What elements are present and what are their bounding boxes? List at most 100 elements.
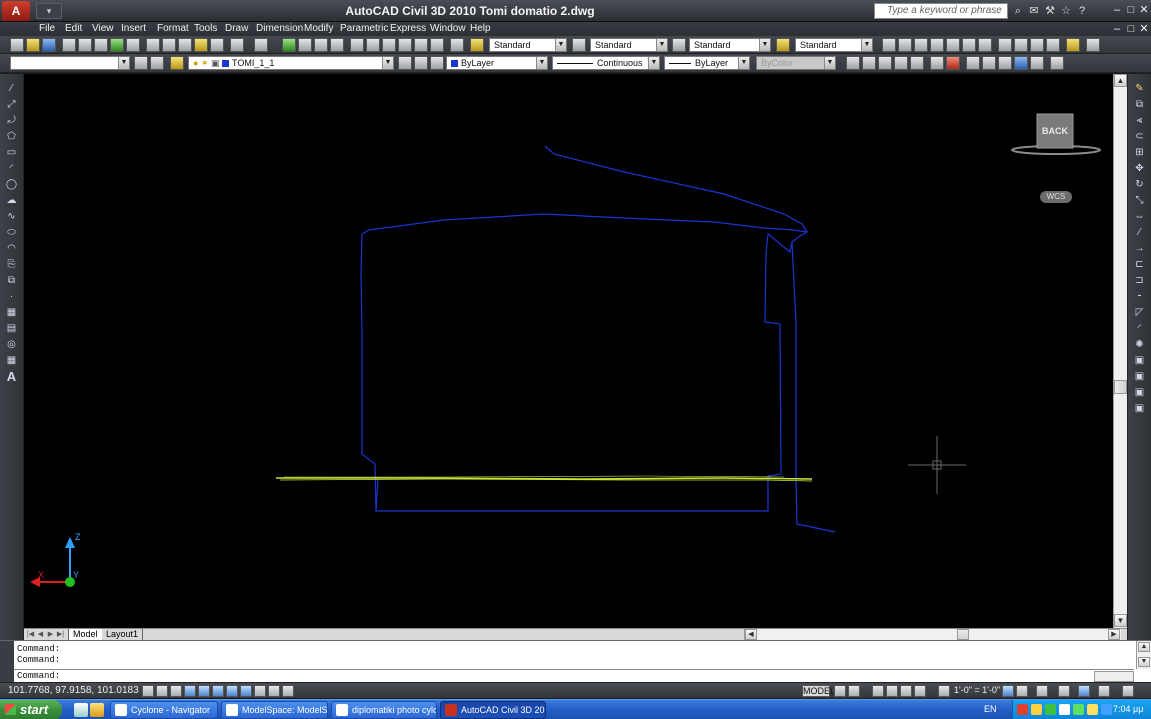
save-icon[interactable] xyxy=(42,38,56,52)
scroll-down-icon[interactable]: ▼ xyxy=(1114,614,1127,627)
volume-icon[interactable] xyxy=(1059,704,1070,715)
view-back-icon[interactable] xyxy=(962,38,976,52)
view-top-icon[interactable] xyxy=(882,38,896,52)
menu-parametric[interactable]: Parametric xyxy=(340,23,388,34)
visual-styles-manager-icon[interactable] xyxy=(1050,56,1064,70)
menu-express[interactable]: Express xyxy=(390,23,426,34)
menu-view[interactable]: View xyxy=(92,23,114,34)
command-hscroll[interactable] xyxy=(1094,671,1134,682)
realistic-icon[interactable] xyxy=(998,56,1012,70)
last-tab-icon[interactable]: ▶| xyxy=(56,630,65,640)
menu-draw[interactable]: Draw xyxy=(225,23,248,34)
open-icon[interactable] xyxy=(26,38,40,52)
lock-ui-icon[interactable] xyxy=(1058,685,1070,697)
conceptual-icon[interactable] xyxy=(1014,56,1028,70)
shaded-icon[interactable] xyxy=(1030,56,1044,70)
polygon-icon[interactable]: ⬠ xyxy=(5,130,18,143)
view-ne-iso-icon[interactable] xyxy=(1014,38,1028,52)
view-left-icon[interactable] xyxy=(914,38,928,52)
sheet-set-icon[interactable] xyxy=(398,38,412,52)
zoom-status-icon[interactable] xyxy=(886,685,898,697)
subscription-center-icon[interactable]: ⚒ xyxy=(1043,4,1057,18)
layer-states-icon[interactable] xyxy=(150,56,164,70)
gradient-icon[interactable]: ▤ xyxy=(5,322,18,335)
grid-display-icon[interactable] xyxy=(156,685,168,697)
stretch-icon[interactable]: ⇔ xyxy=(1133,210,1146,223)
erase-icon[interactable]: ✎ xyxy=(1133,82,1146,95)
minimize-icon[interactable]: – xyxy=(1110,3,1124,17)
isolate-objects-icon[interactable] xyxy=(1098,685,1110,697)
ucs-icon[interactable] xyxy=(862,56,876,70)
rectangle-icon[interactable]: ▭ xyxy=(5,146,18,159)
mirror-icon[interactable]: ⫷ xyxy=(1133,114,1146,127)
antivirus-icon[interactable] xyxy=(1073,704,1084,715)
scroll-thumb[interactable] xyxy=(1114,380,1127,394)
ucs-face-icon[interactable] xyxy=(910,56,924,70)
ucs-world-icon[interactable] xyxy=(878,56,892,70)
wireframe-icon[interactable] xyxy=(966,56,980,70)
menu-dimension[interactable]: Dimension xyxy=(256,23,303,34)
doc-minimize-icon[interactable]: – xyxy=(1110,22,1124,36)
layer-properties-icon[interactable] xyxy=(170,56,184,70)
fillet-icon[interactable]: ◜ xyxy=(1133,322,1146,335)
clock[interactable]: 7:04 μμ xyxy=(1113,704,1143,714)
ucs-previous-icon[interactable] xyxy=(894,56,908,70)
bluetooth-icon[interactable] xyxy=(1087,704,1098,715)
quick-view-layouts-icon[interactable] xyxy=(834,685,846,697)
task-cyclone-navigator[interactable]: Cyclone - Navigator xyxy=(110,701,218,719)
hscroll-thumb[interactable] xyxy=(957,629,969,640)
tool-palettes-icon[interactable] xyxy=(382,38,396,52)
wcs-menu[interactable]: WCS xyxy=(1040,191,1072,203)
menu-window[interactable]: Window xyxy=(430,23,466,34)
pan-status-icon[interactable] xyxy=(872,685,884,697)
sun-icon[interactable]: ✶ xyxy=(201,58,209,68)
favorites-star-icon[interactable]: ☆ xyxy=(1059,4,1073,18)
drawing-canvas[interactable]: Z Y X xyxy=(24,74,1113,628)
chevron-down-icon[interactable]: ▼ xyxy=(118,57,129,69)
mleader-style-icon[interactable] xyxy=(776,38,790,52)
quick-launch-ie-icon[interactable] xyxy=(74,703,88,717)
polyline-icon[interactable]: ⤾ xyxy=(5,114,18,127)
task-modelspace[interactable]: ModelSpace: ModelSp... xyxy=(221,701,328,719)
cut-icon[interactable] xyxy=(146,38,160,52)
chamfer-icon[interactable]: ◸ xyxy=(1133,306,1146,319)
scroll-left-icon[interactable]: ◀ xyxy=(745,629,757,640)
break-at-point-icon[interactable]: ⊏ xyxy=(1133,258,1146,271)
linetype-dropdown[interactable]: Continuous ▼ xyxy=(552,56,660,70)
toolbar-lock-icon[interactable] xyxy=(1078,685,1090,697)
start-button[interactable]: start xyxy=(0,700,62,719)
coordinate-readout[interactable]: 101.7768, 97.9158, 101.0183 xyxy=(8,685,139,696)
arc-icon[interactable]: ◜ xyxy=(5,162,18,175)
chevron-down-icon[interactable]: ▼ xyxy=(536,57,547,69)
menu-file[interactable]: File xyxy=(39,23,55,34)
polar-tracking-icon[interactable] xyxy=(184,685,196,697)
view-sw-iso-icon[interactable] xyxy=(978,38,992,52)
viewcube-face-label[interactable]: BACK xyxy=(1037,126,1073,136)
snap-mode-icon[interactable] xyxy=(142,685,154,697)
chevron-down-icon[interactable]: ▼ xyxy=(861,39,872,51)
array-icon[interactable]: ⊞ xyxy=(1133,146,1146,159)
model-space-button[interactable]: MODEL xyxy=(802,685,835,697)
redo-icon[interactable] xyxy=(254,38,268,52)
security-icon[interactable] xyxy=(1031,704,1042,715)
plot-icon[interactable] xyxy=(62,38,76,52)
region-icon[interactable]: ◎ xyxy=(5,338,18,351)
workspace-settings-icon[interactable] xyxy=(134,56,148,70)
break-icon[interactable]: ⊐ xyxy=(1133,274,1146,287)
clean-screen-icon[interactable] xyxy=(1122,685,1134,697)
annotation-scale-value[interactable]: 1'-0" = 1'-0" xyxy=(954,685,1000,695)
lineweight-dropdown[interactable]: ByLayer ▼ xyxy=(664,56,750,70)
auto-scale-icon[interactable] xyxy=(1016,685,1028,697)
lineweight-icon[interactable] xyxy=(254,685,266,697)
layer-isolate-icon[interactable] xyxy=(430,56,444,70)
command-input[interactable]: Command: xyxy=(17,671,60,681)
selection-cycling-icon[interactable] xyxy=(282,685,294,697)
restore-icon[interactable]: □ xyxy=(1124,3,1138,17)
undo-icon[interactable] xyxy=(230,38,244,52)
chevron-down-icon[interactable]: ▼ xyxy=(382,57,393,69)
chevron-down-icon[interactable]: ▼ xyxy=(656,39,667,51)
help-toolbar-icon[interactable] xyxy=(450,38,464,52)
named-views-icon[interactable] xyxy=(1066,38,1080,52)
color-dropdown[interactable]: ByLayer ▼ xyxy=(446,56,548,70)
text-style-icon[interactable] xyxy=(470,38,484,52)
